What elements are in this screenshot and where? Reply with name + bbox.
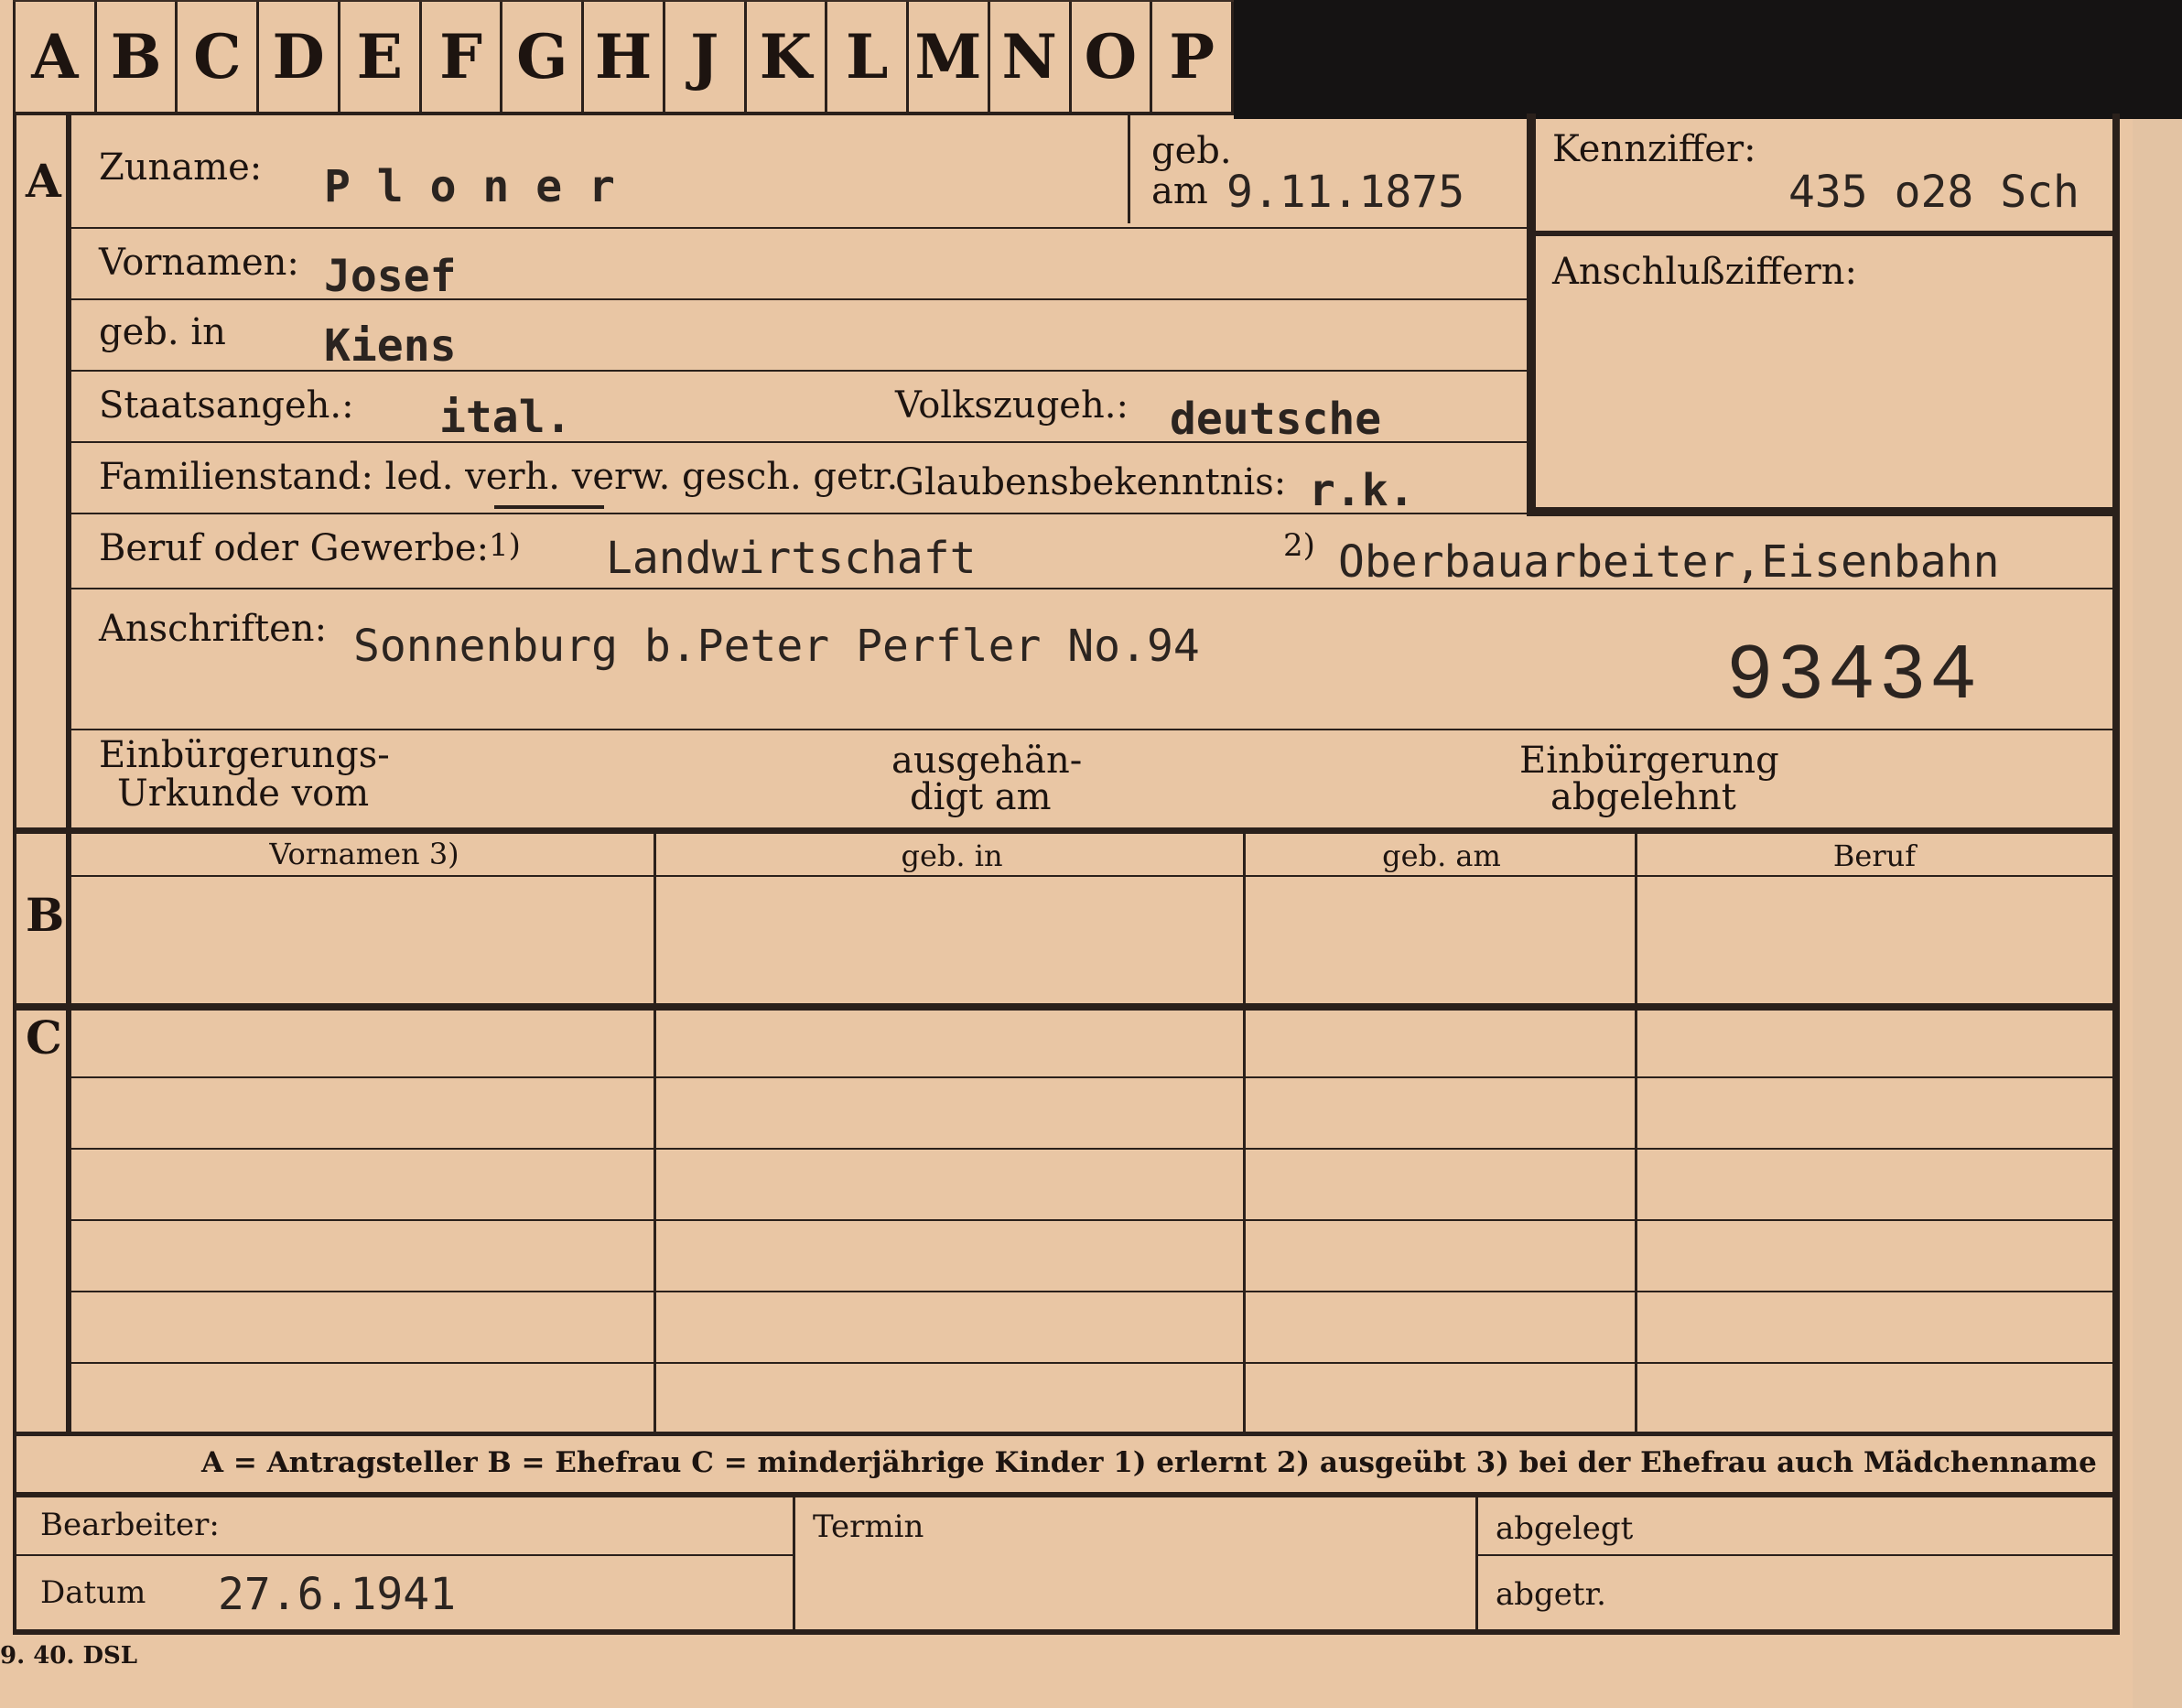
einbuergerung-abgelehnt-label-2: abgelehnt [1550,776,1736,818]
table-header-beruf: Beruf [1832,838,1917,873]
vornamen-label: Vornamen: [99,242,299,284]
kennziffer-box-bottom [1536,507,2120,516]
geb-label: geb. [1151,130,1232,172]
anschlussziffern-label: Anschlußziffern: [1552,251,1857,293]
kennziffer-value: 435 o28 Sch [1788,167,2079,218]
zuname-value: P l o n e r [324,161,615,212]
registration-card: A Zuname: P l o n e r geb. am 9.11.1875 … [13,114,2120,1635]
volkszugeh-label: Volkszugeh.: [895,384,1129,427]
einbuergerungs-urkunde-label-2: Urkunde vom [117,773,370,815]
glaubensbekenntnis-value: r.k. [1309,465,1415,516]
table-row-line [71,1291,2112,1292]
am-label: am [1151,170,1208,212]
row-line [71,513,2112,514]
tab-p[interactable]: P [1150,2,1235,112]
bottom-row-line [1477,1554,2120,1556]
kennziffer-box-divider [1536,231,2120,236]
tab-o[interactable]: O [1068,2,1150,112]
table-header-geb-am: geb. am [1382,838,1501,873]
anschriften-value: Sonnenburg b.Peter Perfler No.94 [353,621,1200,672]
tab-j[interactable]: J [662,2,744,112]
table-row-line [71,1362,2112,1364]
kennziffer-box-left [1527,114,1536,516]
ausgehaendigt-label-2: digt am [910,776,1052,818]
volkszugeh-value: deutsche [1170,394,1382,445]
beruf-label: Beruf oder Gewerbe: [99,527,490,569]
termin-label: Termin [813,1508,924,1545]
section-column-divider [66,114,71,1432]
table-header-vornamen: Vornamen 3) [269,837,459,871]
einbuergerungs-urkunde-label-1: Einbürgerungs- [99,734,390,776]
frame-left [13,114,16,1633]
table-row-line [71,1076,2112,1078]
table-col-line [654,831,656,1432]
row-line [71,298,1527,300]
tab-d[interactable]: D [256,2,338,112]
row-line [71,588,2112,589]
section-b-top-line [13,827,2120,834]
legend-top-line [13,1432,2120,1436]
vornamen-value: Josef [324,251,457,302]
beruf-erlernt-value: Landwirtschaft [606,533,977,584]
staatsangeh-label: Staatsangeh.: [99,384,354,427]
frame-bottom [13,1629,2120,1635]
geb-divider [1128,114,1130,223]
tab-e[interactable]: E [337,2,419,112]
beruf-ausgeuebt-value: Oberbauarbeiter,Eisenbahn [1338,536,2000,588]
tab-h[interactable]: H [581,2,663,112]
bottom-row-line [13,1554,793,1556]
tab-g[interactable]: G [500,2,581,112]
stamp-number: 93434 [1726,632,1982,721]
tab-b[interactable]: B [93,2,176,112]
table-row-line [71,1148,2112,1150]
table-header-line [71,875,2112,877]
table-row-line [71,1219,2112,1221]
familienstand-label: Familienstand: led. verh. verw. gesch. g… [99,456,899,498]
tab-m[interactable]: M [906,2,988,112]
tab-k[interactable]: K [743,2,826,112]
index-tabs: A B C D E F G H J K L M N O P [13,0,1235,115]
abgelegt-label: abgelegt [1496,1510,1634,1547]
table-col-line [1635,831,1637,1432]
legend-bottom-line [13,1492,2120,1497]
print-code: 9. 40. DSL [0,1642,138,1670]
legend-text: A = Antragsteller B = Ehefrau C = minder… [201,1446,2097,1479]
bottom-col-line [1475,1496,1478,1633]
glaubensbekenntnis-label: Glaubensbekenntnis: [895,461,1287,503]
geb-in-label: geb. in [99,311,226,353]
staatsangeh-value: ital. [439,392,572,443]
datum-value: 27.6.1941 [218,1569,457,1620]
geb-am-value: 9.11.1875 [1226,167,1465,218]
geb-in-value: Kiens [324,320,457,372]
table-col-line [1243,831,1246,1432]
section-b-label: B [26,888,65,942]
row-line [71,370,1527,372]
tab-a[interactable]: A [13,2,94,112]
row-line [71,729,2112,730]
datum-label: Datum [40,1574,146,1611]
familienstand-underline-verw [494,505,604,509]
bearbeiter-label: Bearbeiter: [40,1507,220,1543]
zuname-label: Zuname: [99,146,263,189]
tab-l[interactable]: L [825,2,906,112]
frame-right [2112,114,2120,1633]
tab-f[interactable]: F [418,2,501,112]
footnote-1: 1) [489,527,521,564]
section-a-label: A [26,154,61,208]
section-c-top-line [13,1003,2120,1011]
abgetr-label: abgetr. [1496,1576,1606,1613]
kennziffer-label: Kennziffer: [1552,128,1756,170]
tab-c[interactable]: C [175,2,256,112]
background-dark-area [1234,0,2182,119]
tab-n[interactable]: N [987,2,1069,112]
footnote-2: 2) [1283,527,1315,564]
card-edge [2133,119,2182,1708]
row-line [71,441,1527,443]
bottom-col-line [793,1496,795,1633]
table-header-geb-in: geb. in [901,838,1003,873]
anschriften-label: Anschriften: [99,608,328,650]
section-c-label: C [26,1011,62,1065]
row-line [71,227,1527,229]
